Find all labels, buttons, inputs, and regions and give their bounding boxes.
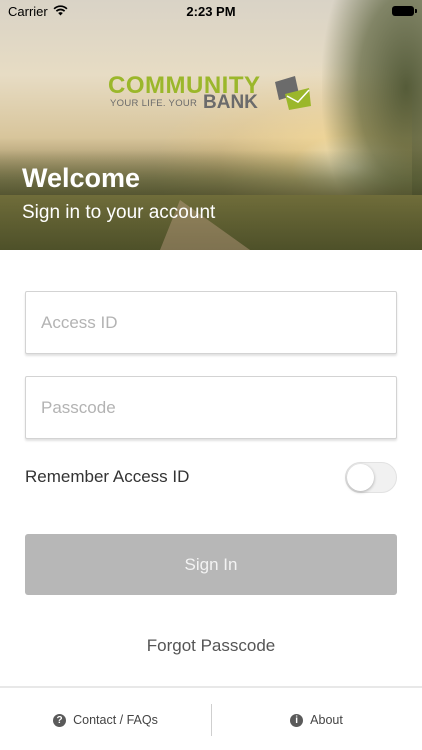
- welcome-subtitle: Sign in to your account: [22, 202, 216, 223]
- login-screen: Carrier 2:23 PM COMMUNITY YOUR LIFE. YOU…: [0, 0, 422, 750]
- question-circle-icon: ?: [53, 713, 67, 727]
- remember-access-id-toggle[interactable]: [345, 462, 397, 493]
- remember-access-id-label: Remember Access ID: [25, 467, 190, 486]
- bank-logo: COMMUNITY YOUR LIFE. YOUR BANK: [108, 72, 318, 117]
- logo-word-bank: BANK: [203, 92, 258, 113]
- passcode-field: [25, 376, 397, 439]
- bottom-bar: ? Contact / FAQs i About: [0, 686, 422, 750]
- access-id-field: [25, 291, 397, 354]
- welcome-title: Welcome: [22, 163, 141, 193]
- sign-in-button[interactable]: Sign In: [25, 534, 397, 595]
- logo-tagline: YOUR LIFE. YOUR: [110, 98, 198, 109]
- about-button[interactable]: i About: [211, 688, 422, 750]
- contact-faqs-button[interactable]: ? Contact / FAQs: [0, 688, 211, 750]
- toggle-knob: [347, 464, 374, 491]
- contact-faqs-label: Contact / FAQs: [73, 713, 158, 727]
- battery-icon: [392, 6, 417, 16]
- hero-banner: Carrier 2:23 PM COMMUNITY YOUR LIFE. YOU…: [0, 0, 422, 250]
- logo-mark-icon: [275, 76, 311, 110]
- status-bar: Carrier 2:23 PM: [0, 0, 422, 22]
- passcode-input[interactable]: [26, 377, 396, 438]
- info-circle-icon: i: [290, 713, 304, 727]
- clock: 2:23 PM: [186, 4, 236, 19]
- forgot-passcode-link[interactable]: Forgot Passcode: [0, 636, 422, 656]
- about-label: About: [310, 713, 343, 727]
- access-id-input[interactable]: [26, 292, 396, 353]
